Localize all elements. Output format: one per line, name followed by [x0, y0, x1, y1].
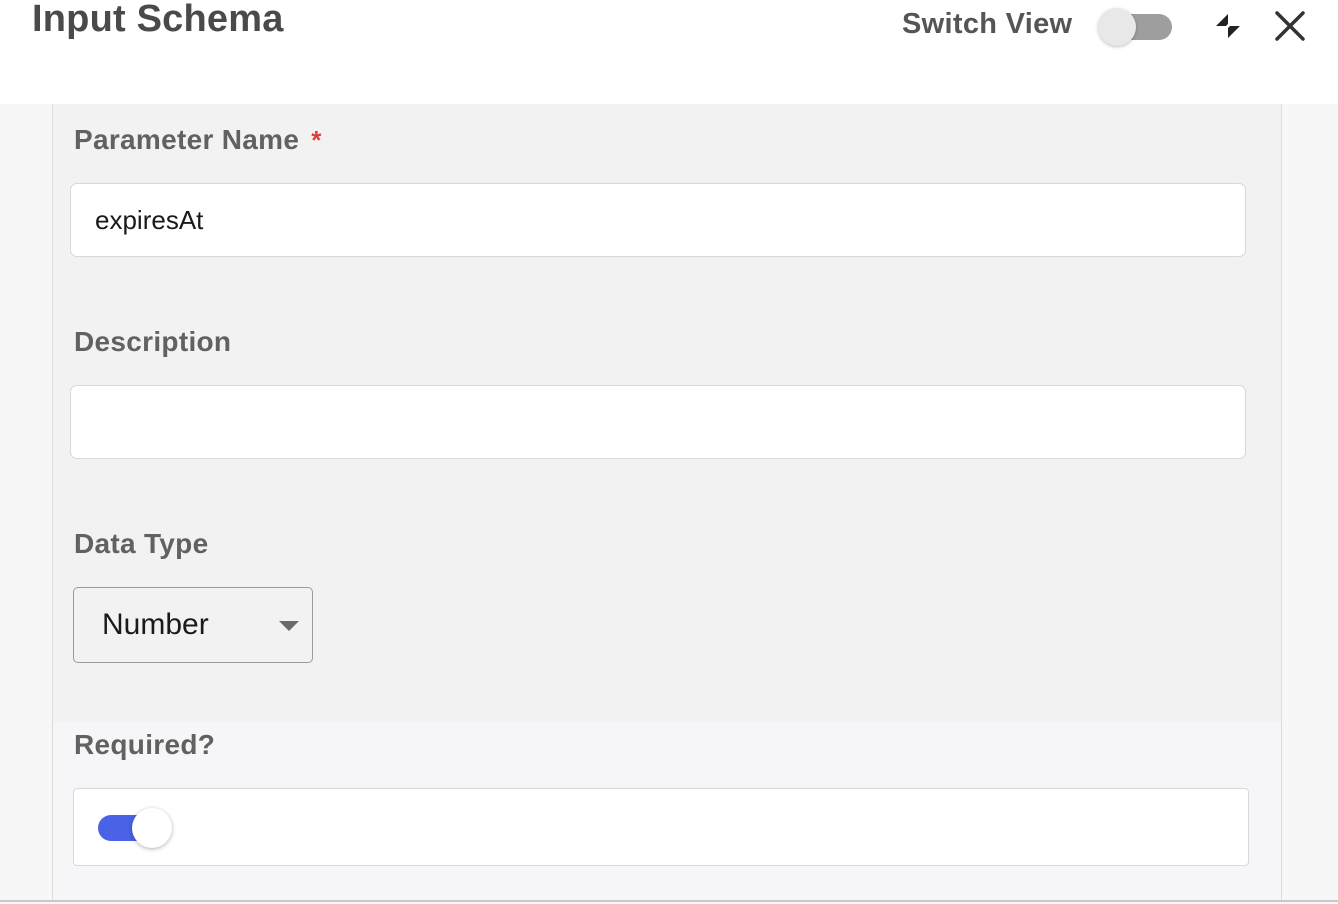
caret-down-icon [279, 621, 299, 631]
dialog-header: Input Schema Switch View [0, 0, 1338, 104]
parameter-name-label-text: Parameter Name [74, 124, 300, 155]
required-asterisk: * [311, 125, 322, 155]
parameter-name-input[interactable] [70, 183, 1246, 257]
collapse-arrows-icon[interactable] [1214, 12, 1242, 40]
data-type-select[interactable]: Number [73, 587, 313, 663]
data-type-selected-value: Number [102, 608, 209, 641]
dialog-title: Input Schema [32, 0, 284, 40]
switch-view-toggle[interactable] [1098, 8, 1172, 46]
description-input[interactable] [70, 385, 1246, 459]
required-label: Required? [74, 729, 216, 760]
description-label: Description [74, 326, 232, 357]
switch-view-toggle-knob [1098, 8, 1136, 46]
required-toggle[interactable] [98, 807, 174, 849]
close-icon[interactable] [1272, 8, 1308, 44]
switch-view-label: Switch View [902, 8, 1073, 40]
parameter-name-label: Parameter Name * [74, 123, 322, 157]
divider [0, 900, 1338, 902]
required-toggle-container [73, 788, 1249, 866]
required-toggle-knob [132, 808, 172, 848]
input-schema-dialog: Input Schema Switch View Parameter Name * [0, 0, 1338, 904]
data-type-label: Data Type [74, 528, 209, 559]
